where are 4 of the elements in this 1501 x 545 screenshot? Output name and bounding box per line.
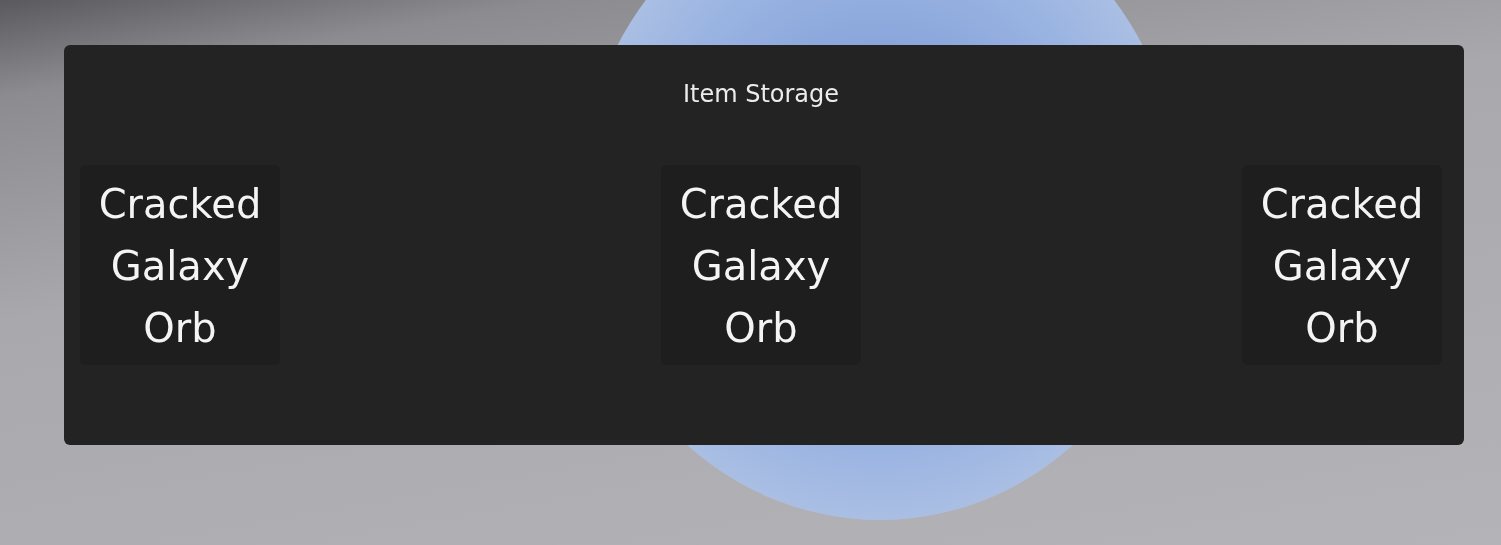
item-slot[interactable]: Cracked Galaxy Orb bbox=[661, 165, 861, 365]
panel-title: Item Storage bbox=[682, 79, 840, 109]
item-slot[interactable]: Cracked Galaxy Orb bbox=[1242, 165, 1442, 365]
item-slot[interactable]: Cracked Galaxy Orb bbox=[80, 165, 280, 365]
